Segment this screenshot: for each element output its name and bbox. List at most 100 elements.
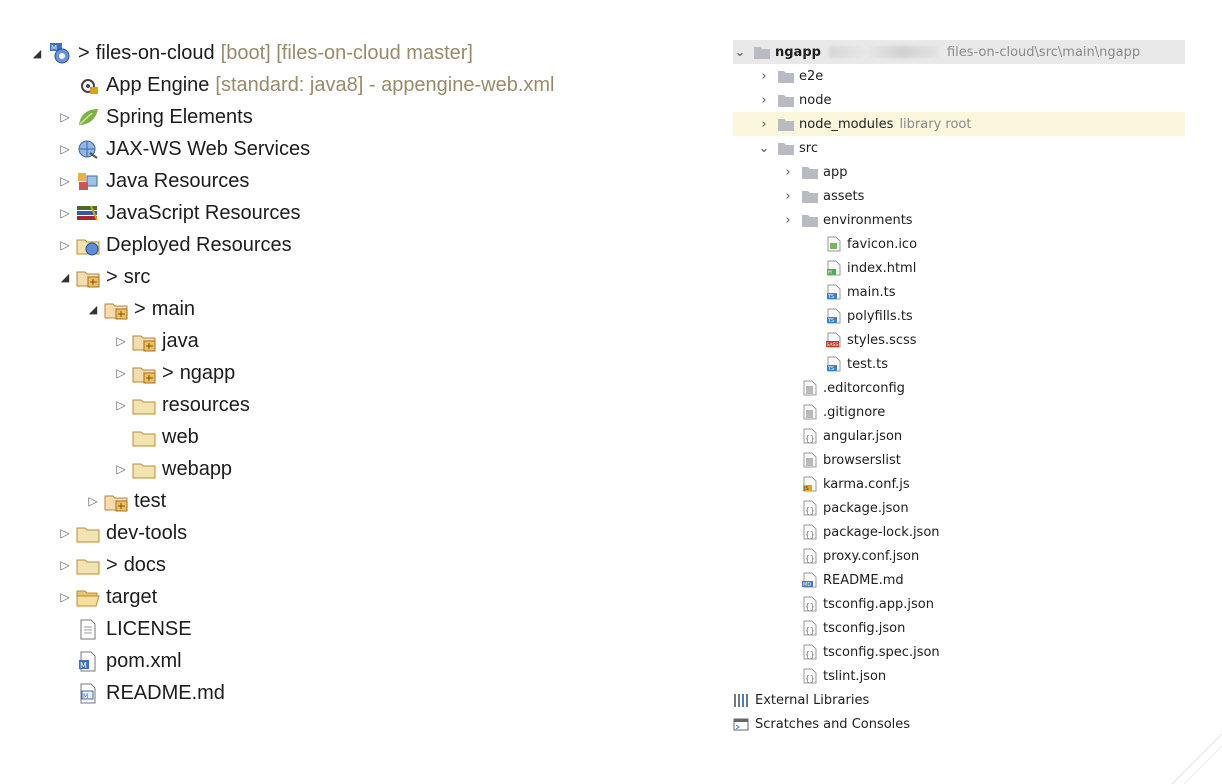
tree-item-app[interactable]: › app xyxy=(733,160,1185,184)
tree-item-label: Spring Elements xyxy=(106,105,253,128)
json-file-icon: {} xyxy=(801,500,819,516)
tree-item-label: pom.xml xyxy=(106,649,182,672)
collapsed-arrow-icon[interactable]: › xyxy=(757,93,771,108)
collapsed-arrow-icon[interactable]: ▷ xyxy=(58,174,72,188)
tree-item-dev-tools[interactable]: ▷ dev-tools xyxy=(58,518,187,548)
tree-item-license[interactable]: LICENSE xyxy=(58,614,192,644)
tree-item-styles-scss[interactable]: SASS styles.scss xyxy=(733,328,1185,352)
expanded-arrow-icon[interactable]: ◢ xyxy=(58,271,72,284)
tree-item-editorconfig[interactable]: .editorconfig xyxy=(733,376,1185,400)
expanded-arrow-icon[interactable]: ◢ xyxy=(30,47,44,60)
json-file-icon: {} xyxy=(801,668,819,684)
tree-item-e2e[interactable]: › e2e xyxy=(733,64,1185,88)
collapsed-arrow-icon[interactable]: › xyxy=(757,117,771,132)
tree-item-label: main xyxy=(151,297,196,320)
collapsed-arrow-icon[interactable]: ▷ xyxy=(114,334,128,348)
tree-item-pom[interactable]: Mpom.xml xyxy=(58,646,182,676)
folder-icon xyxy=(777,140,795,156)
tree-item-spring-elements[interactable]: ▷ Spring Elements xyxy=(58,102,253,132)
tree-item-proxy-conf[interactable]: {} proxy.conf.json xyxy=(733,544,1185,568)
git-dirty-marker: > xyxy=(134,297,146,320)
tree-item-tsconfig[interactable]: {} tsconfig.json xyxy=(733,616,1185,640)
tree-item-label: src xyxy=(799,140,818,156)
collapsed-arrow-icon[interactable]: › xyxy=(757,69,771,84)
git-folder-icon xyxy=(132,362,156,384)
ts-file-icon: TS xyxy=(825,284,843,300)
tree-item-environments[interactable]: › environments xyxy=(733,208,1185,232)
tree-item-label: web xyxy=(162,425,199,448)
collapsed-arrow-icon[interactable]: ▷ xyxy=(58,590,72,604)
json-file-icon: {} xyxy=(801,524,819,540)
tree-item-resources[interactable]: ▷ resources xyxy=(114,390,249,420)
collapsed-arrow-icon[interactable]: ▷ xyxy=(114,462,128,476)
collapsed-arrow-icon[interactable]: ▷ xyxy=(58,526,72,540)
tree-item-node[interactable]: › node xyxy=(733,88,1185,112)
tree-item-label: polyfills.ts xyxy=(847,308,913,324)
tree-item-webapp[interactable]: ▷ webapp xyxy=(114,454,232,484)
tree-item-external-libraries[interactable]: External Libraries xyxy=(733,688,1185,712)
collapsed-arrow-icon[interactable]: ▷ xyxy=(58,558,72,572)
expanded-arrow-icon[interactable]: ⌄ xyxy=(757,141,771,156)
tree-item-target[interactable]: ▷ target xyxy=(58,582,157,612)
tree-item-main[interactable]: ◢ > main xyxy=(86,294,195,324)
tree-item-test[interactable]: ▷ test xyxy=(86,486,166,516)
collapsed-arrow-icon[interactable]: ▷ xyxy=(58,142,72,156)
svg-text:{}: {} xyxy=(805,626,815,635)
tree-item-label: tslint.json xyxy=(823,668,887,684)
tree-item-app-engine[interactable]: App Engine [standard: java8] - appengine-… xyxy=(58,70,555,100)
tree-item-scratches[interactable]: Scratches and Consoles xyxy=(733,712,1185,736)
tree-item-readme[interactable]: MD README.md xyxy=(733,568,1185,592)
tree-item-index-html[interactable]: Hindex.html xyxy=(733,256,1185,280)
tree-item-label: main.ts xyxy=(847,284,896,300)
tree-item-package-lock[interactable]: {} package-lock.json xyxy=(733,520,1185,544)
folder-icon xyxy=(132,458,156,480)
tree-item-ngapp[interactable]: ▷ > ngapp xyxy=(114,358,235,388)
expanded-arrow-icon[interactable]: ◢ xyxy=(86,303,100,316)
tree-item-src[interactable]: ◢ > src xyxy=(58,262,150,292)
collapsed-arrow-icon[interactable]: ▷ xyxy=(114,398,128,412)
tree-item-java[interactable]: ▷ java xyxy=(114,326,199,356)
tree-item-docs[interactable]: ▷ > docs xyxy=(58,550,166,580)
tree-root-ngapp[interactable]: ⌄ ngapp files-on-cloud\src\main\ngapp xyxy=(733,40,1185,64)
collapsed-arrow-icon[interactable]: ▷ xyxy=(58,110,72,124)
tree-item-tsconfig-spec[interactable]: {} tsconfig.spec.json xyxy=(733,640,1185,664)
collapsed-arrow-icon[interactable]: › xyxy=(781,213,795,228)
collapsed-arrow-icon[interactable]: ▷ xyxy=(58,206,72,220)
tree-item-node-modules[interactable]: › node_modules library root xyxy=(733,112,1185,136)
tree-item-deployed-resources[interactable]: ▷ Deployed Resources xyxy=(58,230,292,260)
collapsed-arrow-icon[interactable]: › xyxy=(781,189,795,204)
tree-item-label: Deployed Resources xyxy=(106,233,292,256)
tree-item-readme[interactable]: M README.md xyxy=(58,678,225,708)
tree-item-javascript-resources[interactable]: ▷ JavaScript Resources xyxy=(58,198,301,228)
tree-item-web[interactable]: web xyxy=(114,422,199,452)
tree-item-polyfills-ts[interactable]: TS polyfills.ts xyxy=(733,304,1185,328)
html-file-icon: H xyxy=(825,260,843,276)
deployed-resources-icon xyxy=(76,234,100,256)
tree-item-angular-json[interactable]: {} angular.json xyxy=(733,424,1185,448)
tree-item-label: favicon.ico xyxy=(847,236,918,252)
tree-item-assets[interactable]: › assets xyxy=(733,184,1185,208)
tree-item-test-ts[interactable]: TS test.ts xyxy=(733,352,1185,376)
library-root-hint: library root xyxy=(899,116,972,132)
tree-item-label: JavaScript Resources xyxy=(106,201,301,224)
tree-item-favicon[interactable]: favicon.ico xyxy=(733,232,1185,256)
expanded-arrow-icon[interactable]: ⌄ xyxy=(733,45,747,60)
tree-item-tslint[interactable]: {} tslint.json xyxy=(733,664,1185,688)
tree-item-label: angular.json xyxy=(823,428,903,444)
tree-item-label: node xyxy=(799,92,832,108)
folder-icon xyxy=(76,522,100,544)
collapsed-arrow-icon[interactable]: ▷ xyxy=(86,494,100,508)
collapsed-arrow-icon[interactable]: ▷ xyxy=(58,238,72,252)
collapsed-arrow-icon[interactable]: ▷ xyxy=(114,366,128,380)
tree-item-gitignore[interactable]: .gitignore xyxy=(733,400,1185,424)
tree-item-main-ts[interactable]: TS main.ts xyxy=(733,280,1185,304)
tree-item-jax-ws[interactable]: ▷ JAX-WS Web Services xyxy=(58,134,310,164)
tree-item-tsconfig-app[interactable]: {} tsconfig.app.json xyxy=(733,592,1185,616)
tree-item-karma-conf[interactable]: JS karma.conf.js xyxy=(733,472,1185,496)
tree-item-files-on-cloud[interactable]: ◢ M > files-on-cloud [boot] [files-on-cloud … xyxy=(30,38,473,68)
tree-item-browserslist[interactable]: browserslist xyxy=(733,448,1185,472)
tree-item-java-resources[interactable]: ▷ Java Resources xyxy=(58,166,249,196)
tree-item-src[interactable]: ⌄ src xyxy=(733,136,1185,160)
tree-item-package-json[interactable]: {} package.json xyxy=(733,496,1185,520)
collapsed-arrow-icon[interactable]: › xyxy=(781,165,795,180)
